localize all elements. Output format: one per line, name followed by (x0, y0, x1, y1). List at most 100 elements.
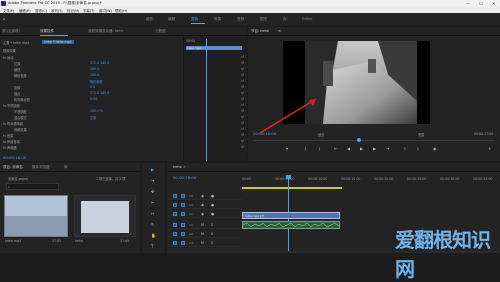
effect-row-value[interactable]: 100.0 (90, 73, 99, 77)
source-patch-button[interactable] (173, 223, 177, 227)
home-icon[interactable]: ⌂ (3, 17, 6, 21)
track-target-button[interactable] (181, 232, 185, 236)
step-back-icon[interactable]: ◀ (347, 147, 350, 151)
effect-timecode[interactable]: 00:00:16:00 (3, 155, 26, 160)
effect-row-value[interactable]: 372.0 140.0 (90, 61, 109, 65)
effect-row-label[interactable]: 缩放 (14, 67, 20, 72)
source-patch-button[interactable] (173, 241, 177, 245)
close-tab-icon[interactable]: ✕ (183, 165, 186, 169)
reset-parameter-icon[interactable]: ↺ (241, 55, 244, 59)
toggle-visibility-icon[interactable]: ● (211, 203, 214, 207)
work-area-bar[interactable] (242, 187, 342, 189)
workspace-graphics[interactable]: 图形 (260, 17, 267, 22)
mute-track-icon[interactable]: M (201, 232, 204, 236)
lift-icon[interactable]: ⇪ (403, 147, 406, 151)
mark-out-icon[interactable]: } (318, 147, 321, 151)
solo-track-icon[interactable]: S (211, 232, 213, 236)
source-patch-button[interactable] (173, 212, 177, 216)
reset-parameter-icon[interactable]: ↺ (241, 61, 244, 65)
reset-parameter-icon[interactable]: ↺ (241, 103, 244, 107)
tab-audio-clip-mixer[interactable]: 音频剪辑混合器: hehe (88, 29, 124, 34)
effect-row-label[interactable]: fx 不透明度 (3, 103, 20, 108)
workspace-color[interactable]: 颜色 (191, 17, 198, 22)
toggle-visibility-icon[interactable]: ● (211, 194, 214, 198)
solo-track-icon[interactable]: S (211, 241, 213, 245)
tab-libraries[interactable]: 库 (64, 165, 68, 170)
solo-track-icon[interactable]: S (211, 223, 213, 227)
track-target-button[interactable] (181, 194, 185, 198)
razor-tool-icon[interactable]: ✂ (151, 201, 154, 205)
type-tool-icon[interactable]: T (151, 245, 153, 249)
effect-row-label[interactable]: 旋转 (14, 85, 20, 90)
track-select-tool-icon[interactable]: ⇥ (151, 179, 154, 183)
effect-row-value[interactable]: 正常 (90, 115, 96, 120)
toggle-output-icon[interactable]: ◉ (201, 212, 204, 216)
reset-parameter-icon[interactable]: ↺ (241, 139, 244, 143)
toggle-visibility-icon[interactable]: ● (211, 212, 214, 216)
effect-row-label[interactable]: fx 运动 (3, 55, 13, 60)
reset-parameter-icon[interactable]: ↺ (241, 133, 244, 137)
source-patch-button[interactable] (173, 232, 177, 236)
tab-project[interactable]: 项目: 未命名 (3, 165, 23, 170)
project-item-thumb-2[interactable] (74, 195, 136, 237)
effect-row-value[interactable]: 372.0 140.0 (90, 91, 109, 95)
play-button[interactable]: ▶ (360, 147, 363, 151)
master-clip-label[interactable]: 主要 * hehe.mp4 (3, 40, 29, 45)
playhead-handle[interactable] (286, 175, 291, 179)
effect-row-label[interactable]: 音频效果 (14, 127, 27, 132)
effect-row-label[interactable]: 防闪烁滤镜 (14, 97, 30, 102)
track-target-button[interactable] (181, 223, 185, 227)
close-button[interactable]: ✕ (492, 1, 495, 6)
effect-row-label[interactable]: 缩放宽度 (14, 73, 27, 78)
effect-row-value[interactable]: 100.0 % (90, 109, 103, 113)
timeline-timecode[interactable]: 00:00:16:00 (173, 175, 196, 180)
workspace-editing[interactable]: 编辑 (168, 17, 175, 22)
mark-in-icon[interactable]: { (304, 147, 307, 151)
hand-tool-icon[interactable]: ✋ (151, 234, 156, 238)
source-patch-button[interactable] (173, 203, 177, 207)
workspace-audio[interactable]: 音频 (237, 17, 244, 22)
selection-tool-icon[interactable]: ▶ (151, 168, 154, 172)
tab-metadata[interactable]: 元数据 (155, 29, 166, 34)
toggle-output-icon[interactable]: ◉ (201, 203, 204, 207)
video-clip[interactable]: hehe.mp4 [V] (242, 212, 340, 219)
track-target-button[interactable] (181, 241, 185, 245)
project-search-input[interactable]: ⌕ (6, 183, 59, 190)
effect-row-label[interactable]: 混合模式 (14, 115, 27, 120)
toggle-output-icon[interactable]: ◉ (201, 194, 204, 198)
effect-row-value[interactable]: 0.00 (90, 97, 97, 101)
workspace-assembly[interactable]: 组件 (146, 17, 153, 22)
add-marker-icon[interactable]: ▾ (286, 147, 288, 151)
tab-sequence-hehe[interactable]: hehe (173, 165, 182, 169)
effect-row-value[interactable]: 等比缩放 (90, 79, 103, 84)
button-editor-icon[interactable]: + (488, 147, 491, 151)
project-item-thumb-1[interactable] (4, 195, 68, 237)
fit-dropdown[interactable]: 适合 (318, 132, 324, 137)
tab-source[interactable]: 源:(无剪辑) (2, 29, 20, 34)
reset-parameter-icon[interactable]: ↺ (241, 145, 244, 149)
mini-clip-bar[interactable]: hehe.mp4 (186, 46, 242, 50)
program-playhead[interactable] (357, 138, 361, 142)
effect-row-value[interactable]: 100.0 (90, 67, 99, 71)
step-forward-icon[interactable]: ▶ (373, 147, 376, 151)
reset-parameter-icon[interactable]: ↺ (241, 97, 244, 101)
mute-track-icon[interactable]: M (201, 241, 204, 245)
reset-parameter-icon[interactable]: ↺ (241, 85, 244, 89)
ripple-edit-tool-icon[interactable]: ✥ (151, 190, 154, 194)
workspace-libraries[interactable]: 库 (283, 17, 287, 22)
effect-row-label[interactable]: fx 声像器 (3, 145, 17, 150)
quality-dropdown[interactable]: 完整 (418, 132, 424, 137)
sequence-clip-label[interactable]: hehe * hehe.mp4 (42, 40, 74, 44)
effect-row-label[interactable]: fx 声道音量 (3, 139, 20, 144)
workspace-effects[interactable]: 效果 (214, 17, 221, 22)
effect-row-label[interactable]: 不透明度 (14, 109, 27, 114)
effect-row-label[interactable]: fx 时间重映射 (3, 121, 23, 126)
effect-row-label[interactable]: 锚点 (14, 91, 20, 96)
effect-row-value[interactable]: 0.0 (90, 85, 95, 89)
program-timecode[interactable]: 00:00:16:00 (253, 131, 276, 136)
mute-track-icon[interactable]: M (201, 223, 204, 227)
effect-row-label[interactable]: 位置 (14, 61, 20, 66)
tab-media-browser[interactable]: 媒体浏览器 (32, 165, 50, 170)
source-patch-button[interactable] (173, 194, 177, 198)
reset-parameter-icon[interactable]: ↺ (241, 79, 244, 83)
